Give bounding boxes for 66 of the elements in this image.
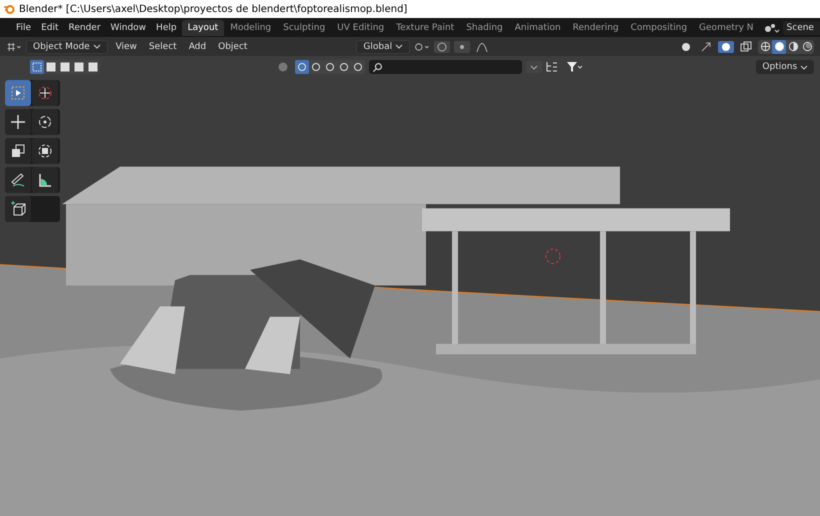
rotate-tool-button[interactable]	[32, 109, 58, 135]
workspace-tab[interactable]: Rendering	[566, 20, 625, 36]
rendered-shading-button[interactable]	[800, 40, 814, 54]
selection-mode-button[interactable]	[58, 60, 72, 74]
chevron-icon[interactable]	[526, 61, 542, 73]
ruler-icon	[37, 172, 53, 188]
search-icon	[372, 62, 383, 72]
selection-mode-button[interactable]	[86, 60, 100, 74]
add-cube-tool-button[interactable]	[5, 196, 31, 222]
pencil-icon	[10, 172, 26, 188]
menu-item[interactable]: View	[112, 42, 141, 52]
workspace-tab[interactable]: Layout	[182, 20, 224, 36]
menu-item[interactable]: File	[11, 22, 36, 32]
workspace-tab[interactable]: Modeling	[224, 20, 278, 36]
caret-icon	[92, 42, 101, 50]
scale-icon	[10, 143, 26, 159]
transform-icon	[37, 143, 53, 159]
caret-icon	[395, 42, 403, 50]
scale-tool-button[interactable]	[5, 138, 31, 164]
menu-item[interactable]: Edit	[36, 22, 64, 32]
selection-mode-button[interactable]	[30, 60, 44, 74]
link-icon[interactable]	[414, 40, 430, 52]
blender-logo-icon	[3, 3, 15, 15]
menu-item[interactable]: Object	[214, 42, 252, 52]
transform-tool-button[interactable]	[32, 138, 58, 164]
move-arrows-icon	[10, 114, 26, 130]
crosshair-icon	[37, 85, 53, 101]
snap-icon[interactable]	[434, 40, 450, 52]
window-title: Blender* [C:\Users\axel\Desktop\proyectos de blendert\foptorealismop.blend]	[19, 4, 408, 14]
material-shading-button[interactable]	[786, 40, 800, 54]
move-tool-button[interactable]	[5, 109, 31, 135]
workspace-tab[interactable]: Sculpting	[277, 20, 332, 36]
rotate-icon	[37, 114, 53, 130]
caret-icon	[800, 62, 808, 71]
selection-mode-button[interactable]	[72, 60, 86, 74]
measure-tool-button[interactable]	[32, 167, 58, 193]
orientation-dropdown[interactable]: Global	[356, 40, 410, 54]
object-type-filter-icon[interactable]	[294, 60, 309, 74]
annotate-tool-button[interactable]	[5, 167, 31, 193]
cube-icon	[10, 201, 26, 217]
editor-type-icon[interactable]	[6, 40, 22, 52]
solid-shading-button[interactable]	[772, 40, 786, 54]
menu-item[interactable]: Add	[184, 42, 210, 52]
workspace-tab[interactable]: Geometry N	[693, 20, 760, 36]
select-box-icon	[10, 85, 26, 101]
menu-item[interactable]: Render	[64, 22, 106, 32]
workspace-tab[interactable]: Compositing	[624, 20, 694, 36]
workspace-tab[interactable]: Animation	[508, 20, 567, 36]
workspace-tab[interactable]: UV Editing	[331, 20, 390, 36]
proportional-icon[interactable]	[454, 40, 470, 52]
menu-item[interactable]: Select	[144, 42, 181, 52]
workspace-tab[interactable]: Shading	[460, 20, 509, 36]
cursor-tool-button[interactable]	[32, 80, 58, 106]
filter-icon[interactable]	[566, 61, 582, 73]
wire-shading-button[interactable]	[758, 40, 772, 54]
menu-item[interactable]: Window	[106, 22, 152, 32]
overlay-icon[interactable]	[718, 40, 734, 52]
search-field[interactable]	[368, 60, 522, 74]
options-dropdown[interactable]: Options	[756, 60, 814, 74]
xray-icon[interactable]	[738, 40, 754, 52]
workspace-tab[interactable]: Texture Paint	[390, 20, 460, 36]
selection-mode-button[interactable]	[44, 60, 58, 74]
mode-dropdown[interactable]: Object Mode	[26, 40, 108, 54]
curve-icon[interactable]	[474, 40, 490, 52]
menu-item[interactable]: Help	[151, 22, 182, 32]
scene-field[interactable]: Scene	[782, 20, 820, 34]
